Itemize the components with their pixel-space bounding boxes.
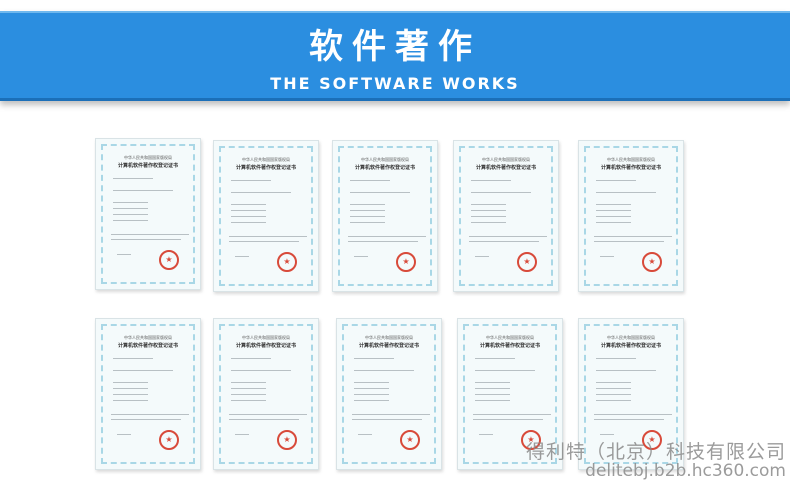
certificate-issuer: 中华人民共和国国家版权局 bbox=[607, 157, 655, 162]
certificate-title: 计算机软件著作权登记证书 bbox=[235, 343, 296, 349]
header-banner: 软件著作 THE SOFTWARE WORKS bbox=[0, 11, 790, 101]
certificate-title: 计算机软件著作权登记证书 bbox=[475, 165, 536, 171]
certificate-title: 计算机软件著作权登记证书 bbox=[117, 343, 178, 349]
certificate-issuer: 中华人民共和国国家版权局 bbox=[607, 335, 655, 340]
certificate-4: 中华人民共和国国家版权局 计算机软件著作权登记证书 ★ bbox=[453, 140, 559, 292]
certificate-title: 计算机软件著作权登记证书 bbox=[600, 165, 661, 171]
red-seal-icon: ★ bbox=[642, 252, 662, 272]
certificate-issuer: 中华人民共和国国家版权局 bbox=[361, 157, 409, 162]
certificate-title: 计算机软件著作权登记证书 bbox=[117, 163, 178, 169]
certificate-7: 中华人民共和国国家版权局 计算机软件著作权登记证书 ★ bbox=[213, 318, 319, 470]
certificate-issuer: 中华人民共和国国家版权局 bbox=[124, 335, 172, 340]
certificate-title: 计算机软件著作权登记证书 bbox=[358, 343, 419, 349]
red-seal-icon: ★ bbox=[277, 430, 297, 450]
certificate-3: 中华人民共和国国家版权局 计算机软件著作权登记证书 ★ bbox=[332, 140, 438, 292]
red-seal-icon: ★ bbox=[159, 430, 179, 450]
certificate-6: 中华人民共和国国家版权局 计算机软件著作权登记证书 ★ bbox=[95, 318, 201, 470]
red-seal-icon: ★ bbox=[400, 430, 420, 450]
certificate-title: 计算机软件著作权登记证书 bbox=[600, 343, 661, 349]
certificate-issuer: 中华人民共和国国家版权局 bbox=[365, 335, 413, 340]
red-seal-icon: ★ bbox=[277, 252, 297, 272]
certificate-title: 计算机软件著作权登记证书 bbox=[235, 165, 296, 171]
red-seal-icon: ★ bbox=[517, 252, 537, 272]
certificate-issuer: 中华人民共和国国家版权局 bbox=[124, 155, 172, 160]
red-seal-icon: ★ bbox=[159, 250, 179, 270]
certificate-issuer: 中华人民共和国国家版权局 bbox=[486, 335, 534, 340]
banner-subtitle: THE SOFTWARE WORKS bbox=[270, 74, 520, 93]
certificate-5: 中华人民共和国国家版权局 计算机软件著作权登记证书 ★ bbox=[578, 140, 684, 292]
banner-title: 软件著作 bbox=[309, 27, 481, 67]
certificate-2: 中华人民共和国国家版权局 计算机软件著作权登记证书 ★ bbox=[213, 140, 319, 292]
certificate-issuer: 中华人民共和国国家版权局 bbox=[242, 335, 290, 340]
company-watermark: 得利特（北京）科技有限公司 bbox=[525, 441, 786, 463]
certificate-issuer: 中华人民共和国国家版权局 bbox=[242, 157, 290, 162]
certificate-8: 中华人民共和国国家版权局 计算机软件著作权登记证书 ★ bbox=[336, 318, 442, 470]
red-seal-icon: ★ bbox=[396, 252, 416, 272]
certificate-issuer: 中华人民共和国国家版权局 bbox=[482, 157, 530, 162]
certificate-1: 中华人民共和国国家版权局 计算机软件著作权登记证书 ★ bbox=[95, 138, 201, 290]
certificate-title: 计算机软件著作权登记证书 bbox=[354, 165, 415, 171]
url-watermark: delitebj.b2b.hc360.com bbox=[585, 461, 786, 481]
certificate-title: 计算机软件著作权登记证书 bbox=[479, 343, 540, 349]
